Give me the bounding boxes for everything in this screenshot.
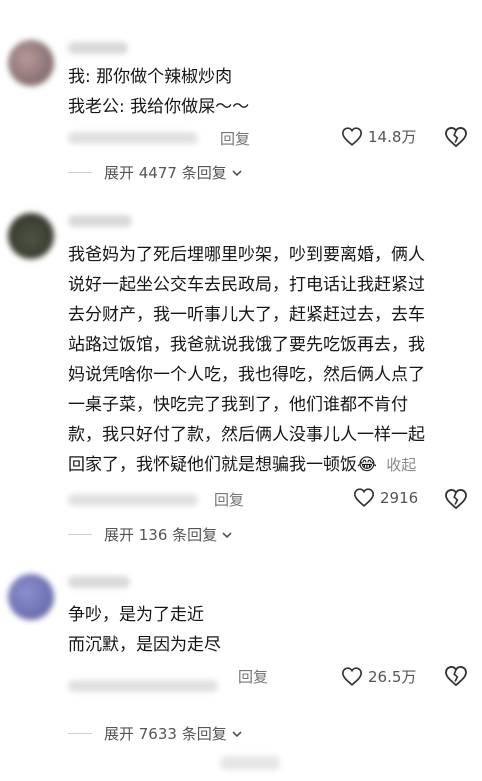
avatar[interactable] — [8, 574, 54, 620]
collapse-button[interactable]: 收起 — [386, 456, 416, 474]
avatar[interactable] — [8, 213, 54, 259]
heart-outline-icon — [342, 127, 362, 146]
divider-dash — [68, 733, 92, 734]
chevron-down-icon — [232, 730, 242, 737]
comment-line: 而沉默，是因为走尽 — [68, 635, 221, 655]
comment-line: 我老公: 我给你做屎～～ — [68, 97, 250, 117]
like-button[interactable]: 26.5万 — [342, 666, 416, 687]
dislike-button[interactable] — [445, 665, 467, 690]
expand-label: 展开 7633 条回复 — [104, 725, 227, 743]
reply-button[interactable]: 回复 — [220, 128, 250, 149]
expand-label: 展开 4477 条回复 — [104, 164, 227, 182]
comment-line: 争吵，是为了走近 — [68, 605, 204, 625]
comment-line: 我: 那你做个辣椒炒肉 — [68, 67, 233, 87]
comment-line: 说好一起坐公交车去民政局，打电话让我赶紧过 — [68, 275, 425, 295]
like-count: 2916 — [380, 488, 419, 507]
comment-last-line-text: 回家了，我怀疑他们就是想骗我一顿饭 — [68, 455, 357, 475]
timestamp-blurred — [68, 494, 198, 506]
comment-line: 妈说凭啥你一个人吃，我也得吃，然后俩人点了 — [68, 365, 425, 385]
dislike-button[interactable] — [445, 488, 467, 513]
expand-replies[interactable]: 展开 136 条回复 — [68, 524, 233, 545]
reply-button[interactable]: 回复 — [238, 666, 268, 687]
username-blurred[interactable] — [68, 42, 128, 54]
reply-button[interactable]: 回复 — [214, 489, 244, 510]
comment-line: 款，我只好付了款，然后俩人没事儿人一样一起 — [68, 425, 425, 445]
dislike-button[interactable] — [445, 126, 467, 151]
timestamp-blurred — [68, 680, 218, 692]
comment-text: 争吵，是为了走近 而沉默，是因为走尽 — [68, 600, 468, 660]
heart-outline-icon — [354, 488, 374, 507]
avatar[interactable] — [8, 40, 54, 86]
expand-label: 展开 136 条回复 — [104, 526, 218, 544]
comment-line: 去分财产，我一听事儿大了，赶紧赶过去，去车 — [68, 305, 425, 325]
chevron-down-icon — [232, 169, 242, 176]
comment-line: 一桌子菜，快吃完了我到了，他们谁都不肯付 — [68, 395, 408, 415]
username-blurred[interactable] — [68, 215, 132, 227]
broken-heart-icon — [445, 488, 467, 510]
comment-line: 回家了，我怀疑他们就是想骗我一顿饭😂 收起 — [68, 450, 468, 480]
watermark-blurred — [220, 756, 280, 770]
expand-replies[interactable]: 展开 4477 条回复 — [68, 162, 243, 183]
comment-line: 我爸妈为了死后埋哪里吵架，吵到要离婚，俩人 — [68, 245, 425, 265]
comment-text: 我: 那你做个辣椒炒肉 我老公: 我给你做屎～～ — [68, 62, 468, 122]
heart-outline-icon — [342, 667, 362, 686]
chevron-down-icon — [222, 531, 232, 538]
divider-dash — [68, 172, 92, 173]
broken-heart-icon — [445, 665, 467, 687]
broken-heart-icon — [445, 126, 467, 148]
laughing-emoji: 😂 — [357, 455, 377, 475]
comment-text: 我爸妈为了死后埋哪里吵架，吵到要离婚，俩人 说好一起坐公交车去民政局，打电话让我… — [68, 240, 468, 480]
divider-dash — [68, 534, 92, 535]
like-button[interactable]: 14.8万 — [342, 126, 416, 147]
comment-line: 站路过饭馆，我爸就说我饿了要先吃饭再去，我 — [68, 335, 425, 355]
timestamp-blurred — [68, 132, 198, 144]
username-blurred[interactable] — [68, 576, 130, 588]
like-count: 14.8万 — [368, 128, 417, 146]
like-count: 26.5万 — [368, 668, 417, 686]
like-button[interactable]: 2916 — [354, 488, 418, 507]
expand-replies[interactable]: 展开 7633 条回复 — [68, 723, 243, 744]
